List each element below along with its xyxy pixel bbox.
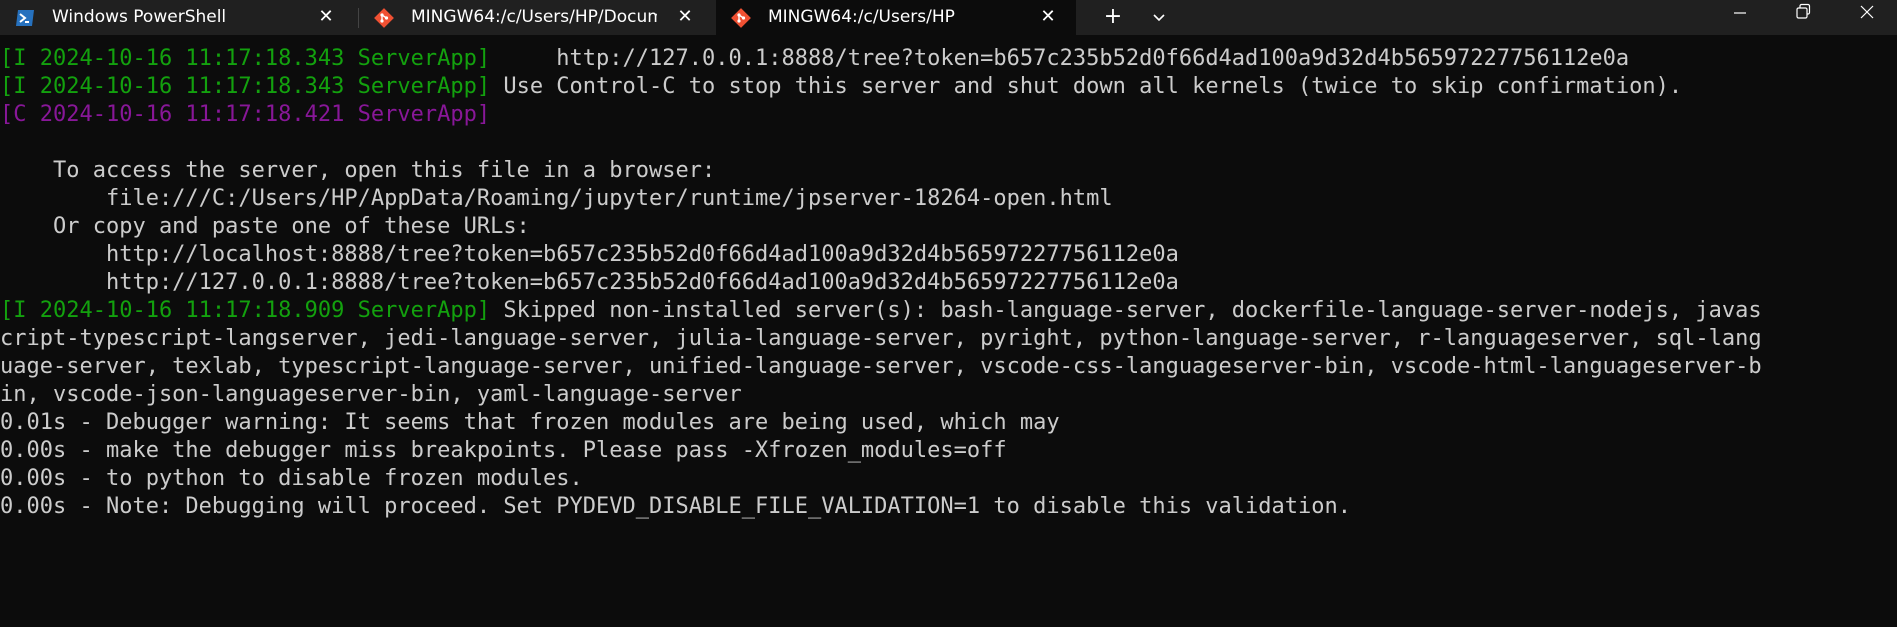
close-icon[interactable]: ✕ xyxy=(316,7,336,27)
log-text: file:///C:/Users/HP/AppData/Roaming/jupy… xyxy=(0,186,1113,211)
log-text: 0.00s - make the debugger miss breakpoin… xyxy=(0,438,1007,463)
minimize-icon[interactable] xyxy=(1710,0,1770,26)
log-text: 0.00s - to python to disable frozen modu… xyxy=(0,466,583,491)
tab-label: MINGW64:/c/Users/HP xyxy=(768,7,955,27)
log-text: http://localhost:8888/tree?token=b657c23… xyxy=(0,242,1179,267)
new-tab-icon[interactable]: + xyxy=(1096,4,1130,30)
log-line: uage-server, texlab, typescript-language… xyxy=(0,353,1762,381)
log-line: Or copy and paste one of these URLs: xyxy=(0,213,530,241)
close-icon[interactable]: ✕ xyxy=(675,7,695,27)
log-text: 0.00s - Note: Debugging will proceed. Se… xyxy=(0,494,1352,519)
git-icon xyxy=(374,8,394,28)
log-line: 0.01s - Debugger warning: It seems that … xyxy=(0,409,1060,437)
tab-label: Windows PowerShell xyxy=(52,7,227,27)
log-line: [C 2024-10-16 11:17:18.421 ServerApp] xyxy=(0,101,490,129)
log-text: Skipped non-installed server(s): bash-la… xyxy=(490,298,1762,323)
git-icon xyxy=(731,8,751,28)
terminal-window: Windows PowerShell ✕ MINGW64:/c/Users/HP… xyxy=(0,0,1897,627)
log-text: To access the server, open this file in … xyxy=(0,158,716,183)
log-line: [I 2024-10-16 11:17:18.343 ServerApp] Us… xyxy=(0,73,1682,101)
log-line: [I 2024-10-16 11:17:18.909 ServerApp] Sk… xyxy=(0,297,1762,325)
tab-mingw64-documents[interactable]: MINGW64:/c/Users/HP/Docum ✕ xyxy=(359,0,716,35)
close-window-icon[interactable] xyxy=(1837,0,1897,26)
log-text: http://127.0.0.1:8888/tree?token=b657c23… xyxy=(490,46,1630,71)
log-text: cript-typescript-langserver, jedi-langua… xyxy=(0,326,1762,351)
powershell-icon xyxy=(15,8,35,28)
close-icon[interactable]: ✕ xyxy=(1038,7,1058,27)
tab-label: MINGW64:/c/Users/HP/Docum xyxy=(411,7,657,27)
log-text: in, vscode-json-languageserver-bin, yaml… xyxy=(0,382,742,407)
log-text: Use Control-C to stop this server and sh… xyxy=(490,74,1683,99)
tab-windows-powershell[interactable]: Windows PowerShell ✕ xyxy=(0,0,357,35)
log-line: cript-typescript-langserver, jedi-langua… xyxy=(0,325,1762,353)
log-line: 0.00s - Note: Debugging will proceed. Se… xyxy=(0,493,1351,521)
tab-mingw64-hp[interactable]: MINGW64:/c/Users/HP ✕ xyxy=(716,0,1076,35)
log-line: in, vscode-json-languageserver-bin, yaml… xyxy=(0,381,742,409)
log-text: uage-server, texlab, typescript-language… xyxy=(0,354,1762,379)
log-text: Or copy and paste one of these URLs: xyxy=(0,214,530,239)
log-prefix: [I 2024-10-16 11:17:18.343 ServerApp] xyxy=(0,46,491,71)
log-line: 0.00s - to python to disable frozen modu… xyxy=(0,465,583,493)
log-prefix: [I 2024-10-16 11:17:18.909 ServerApp] xyxy=(0,298,491,323)
log-line: To access the server, open this file in … xyxy=(0,157,715,185)
terminal-output[interactable]: [I 2024-10-16 11:17:18.343 ServerApp] ht… xyxy=(0,45,1897,627)
chevron-down-icon[interactable] xyxy=(1142,4,1176,30)
maximize-icon[interactable] xyxy=(1773,0,1833,26)
log-line: 0.00s - make the debugger miss breakpoin… xyxy=(0,437,1007,465)
log-prefix: [C 2024-10-16 11:17:18.421 ServerApp] xyxy=(0,102,491,127)
log-line: [I 2024-10-16 11:17:18.343 ServerApp] ht… xyxy=(0,45,1629,73)
log-line: file:///C:/Users/HP/AppData/Roaming/jupy… xyxy=(0,185,1113,213)
log-text: 0.01s - Debugger warning: It seems that … xyxy=(0,410,1060,435)
log-line: http://localhost:8888/tree?token=b657c23… xyxy=(0,241,1179,269)
log-line: http://127.0.0.1:8888/tree?token=b657c23… xyxy=(0,269,1179,297)
log-prefix: [I 2024-10-16 11:17:18.343 ServerApp] xyxy=(0,74,491,99)
tab-strip: Windows PowerShell ✕ MINGW64:/c/Users/HP… xyxy=(0,0,1897,35)
log-text: http://127.0.0.1:8888/tree?token=b657c23… xyxy=(0,270,1179,295)
